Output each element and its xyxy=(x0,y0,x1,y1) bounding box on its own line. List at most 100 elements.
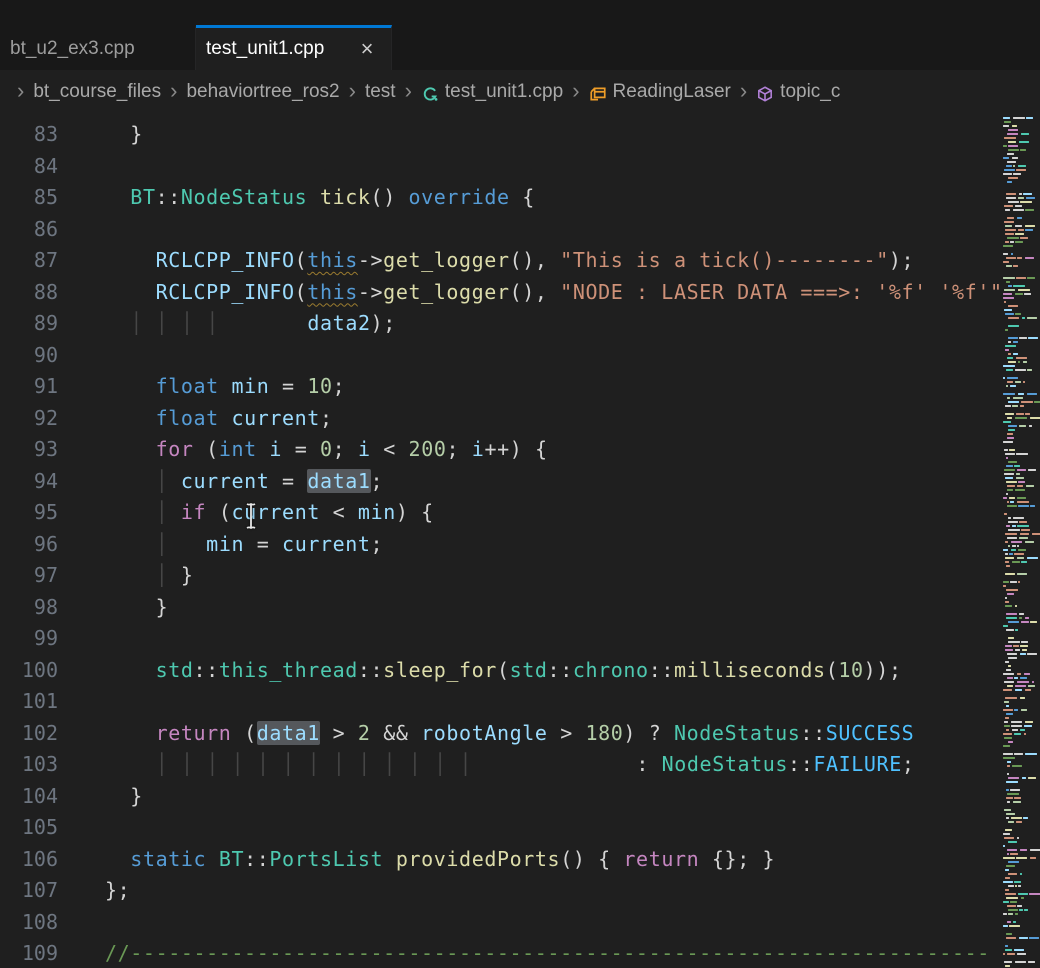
line-number[interactable]: 98 xyxy=(0,592,58,624)
line-number[interactable]: 107 xyxy=(0,875,58,907)
code-text: float min = 10; xyxy=(58,371,345,403)
line-number[interactable]: 94 xyxy=(0,466,58,498)
line-number[interactable]: 83 xyxy=(0,119,58,151)
code-line[interactable]: 102 return (data1 > 2 && robotAngle > 18… xyxy=(0,718,1003,750)
code-line[interactable]: 109//-----------------------------------… xyxy=(0,938,1003,968)
line-number[interactable]: 105 xyxy=(0,812,58,844)
code-text: │ current = data1; xyxy=(58,466,383,498)
code-line[interactable]: 94 │ current = data1; xyxy=(0,466,1003,498)
code-text: static BT::PortsList providedPorts() { r… xyxy=(58,844,775,876)
code-text: //--------------------------------------… xyxy=(58,938,990,968)
vscode-window: bt_u2_ex3.cpp test_unit1.cpp × › bt_cour… xyxy=(0,0,1040,968)
line-number[interactable]: 95 xyxy=(0,497,58,529)
chevron-right-icon: › xyxy=(572,80,579,105)
cpp-file-icon xyxy=(421,85,439,103)
code-line[interactable]: 108 xyxy=(0,907,1003,939)
code-line[interactable]: 86 xyxy=(0,214,1003,246)
chevron-right-icon: › xyxy=(170,80,177,105)
code-text: } xyxy=(58,781,143,813)
code-text: RCLCPP_INFO(this->get_logger(), "This is… xyxy=(58,245,914,277)
breadcrumb-item-ReadingLaser[interactable]: ReadingLaser xyxy=(613,81,731,103)
line-number[interactable]: 90 xyxy=(0,340,58,372)
code-text xyxy=(58,812,105,844)
line-number[interactable]: 86 xyxy=(0,214,58,246)
code-line[interactable]: 85 BT::NodeStatus tick() override { xyxy=(0,182,1003,214)
chevron-right-icon: › xyxy=(405,80,412,105)
code-area[interactable]: 83 }8485 BT::NodeStatus tick() override … xyxy=(0,114,1003,968)
line-number[interactable]: 92 xyxy=(0,403,58,435)
line-number[interactable]: 85 xyxy=(0,182,58,214)
chevron-right-icon: › xyxy=(17,80,24,105)
line-number[interactable]: 102 xyxy=(0,718,58,750)
code-text: std::this_thread::sleep_for(std::chrono:… xyxy=(58,655,902,687)
breadcrumb-item-topic_c[interactable]: topic_c xyxy=(780,81,840,103)
code-line[interactable]: 95 │ if (current < min) { xyxy=(0,497,1003,529)
code-text: } xyxy=(58,592,168,624)
tab-label: test_unit1.cpp xyxy=(206,38,324,60)
line-number[interactable]: 106 xyxy=(0,844,58,876)
breadcrumb-item-test_unit1-cpp[interactable]: test_unit1.cpp xyxy=(445,81,563,103)
breadcrumb-item-bt_course_files[interactable]: bt_course_files xyxy=(33,81,161,103)
line-number[interactable]: 101 xyxy=(0,686,58,718)
tab-test_unit1[interactable]: test_unit1.cpp × xyxy=(196,25,392,70)
code-line[interactable]: 89 │ │ │ │ data2); xyxy=(0,308,1003,340)
chevron-right-icon: › xyxy=(349,80,356,105)
code-text: │ min = current; xyxy=(58,529,383,561)
titlebar xyxy=(0,0,1040,25)
code-text: RCLCPP_INFO(this->get_logger(), "NODE : … xyxy=(58,277,1003,309)
line-number[interactable]: 96 xyxy=(0,529,58,561)
line-number[interactable]: 97 xyxy=(0,560,58,592)
line-number[interactable]: 93 xyxy=(0,434,58,466)
line-number[interactable]: 100 xyxy=(0,655,58,687)
chevron-right-icon: › xyxy=(740,80,747,105)
line-number[interactable]: 87 xyxy=(0,245,58,277)
code-line[interactable]: 103 │ │ │ │ │ │ │ │ │ │ │ │ │ : NodeStat… xyxy=(0,749,1003,781)
line-number[interactable]: 108 xyxy=(0,907,58,939)
code-line[interactable]: 93 for (int i = 0; i < 200; i++) { xyxy=(0,434,1003,466)
code-line[interactable]: 84 xyxy=(0,151,1003,183)
code-line[interactable]: 106 static BT::PortsList providedPorts()… xyxy=(0,844,1003,876)
line-number[interactable]: 91 xyxy=(0,371,58,403)
code-line[interactable]: 97 │ } xyxy=(0,560,1003,592)
code-line[interactable]: 100 std::this_thread::sleep_for(std::chr… xyxy=(0,655,1003,687)
code-line[interactable]: 91 float min = 10; xyxy=(0,371,1003,403)
code-text: float current; xyxy=(58,403,333,435)
breadcrumb-item-behaviortree_ros2[interactable]: behaviortree_ros2 xyxy=(186,81,339,103)
code-line[interactable]: 98 } xyxy=(0,592,1003,624)
code-text: for (int i = 0; i < 200; i++) { xyxy=(58,434,548,466)
code-line[interactable]: 96 │ min = current; xyxy=(0,529,1003,561)
tab-bar: bt_u2_ex3.cpp test_unit1.cpp × xyxy=(0,25,1040,70)
code-text xyxy=(58,907,105,939)
code-line[interactable]: 90 xyxy=(0,340,1003,372)
code-line[interactable]: 104 } xyxy=(0,781,1003,813)
line-number[interactable]: 104 xyxy=(0,781,58,813)
minimap[interactable] xyxy=(1003,114,1040,968)
code-text: │ │ │ │ data2); xyxy=(58,308,396,340)
code-text: │ │ │ │ │ │ │ │ │ │ │ │ │ : NodeStatus::… xyxy=(58,749,915,781)
line-number[interactable]: 84 xyxy=(0,151,58,183)
breadcrumb-item-test[interactable]: test xyxy=(365,81,396,103)
line-number[interactable]: 88 xyxy=(0,277,58,309)
code-text: │ } xyxy=(58,560,194,592)
editor: 83 }8485 BT::NodeStatus tick() override … xyxy=(0,114,1040,968)
code-line[interactable]: 105 xyxy=(0,812,1003,844)
line-number[interactable]: 89 xyxy=(0,308,58,340)
code-text: │ if (current < min) { xyxy=(58,497,434,529)
code-text: } xyxy=(58,119,143,151)
code-line[interactable]: 88 RCLCPP_INFO(this->get_logger(), "NODE… xyxy=(0,277,1003,309)
code-text xyxy=(58,686,105,718)
code-line[interactable]: 83 } xyxy=(0,119,1003,151)
code-line[interactable]: 87 RCLCPP_INFO(this->get_logger(), "This… xyxy=(0,245,1003,277)
code-line[interactable]: 101 xyxy=(0,686,1003,718)
code-text xyxy=(58,623,105,655)
code-line[interactable]: 107}; xyxy=(0,875,1003,907)
code-text: BT::NodeStatus tick() override { xyxy=(58,182,535,214)
tab-bt_u2_ex3[interactable]: bt_u2_ex3.cpp xyxy=(0,25,196,70)
line-number[interactable]: 109 xyxy=(0,938,58,968)
method-icon xyxy=(756,85,774,103)
code-line[interactable]: 99 xyxy=(0,623,1003,655)
line-number[interactable]: 103 xyxy=(0,749,58,781)
line-number[interactable]: 99 xyxy=(0,623,58,655)
code-line[interactable]: 92 float current; xyxy=(0,403,1003,435)
close-icon[interactable]: × xyxy=(355,37,379,61)
